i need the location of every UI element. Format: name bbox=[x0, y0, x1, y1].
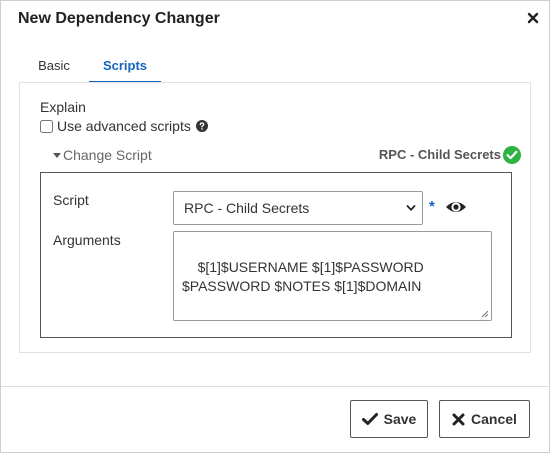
save-button[interactable]: Save bbox=[350, 400, 428, 438]
tab-scripts-label: Scripts bbox=[102, 58, 148, 73]
cancel-button[interactable]: Cancel bbox=[439, 400, 530, 438]
dialog-title: New Dependency Changer bbox=[18, 10, 220, 27]
required-marker: * bbox=[429, 198, 435, 215]
selected-script-label: RPC - Child Secrets bbox=[378, 147, 501, 162]
advanced-scripts-checkbox[interactable] bbox=[40, 119, 53, 133]
change-script-label: Change Script bbox=[63, 147, 152, 163]
cancel-label: Cancel bbox=[471, 411, 517, 427]
eye-icon[interactable] bbox=[445, 198, 467, 216]
check-circle-icon bbox=[503, 146, 521, 164]
arguments-label: Arguments bbox=[53, 232, 121, 248]
arguments-value: $[1]$USERNAME $[1]$PASSWORD $PASSWORD $N… bbox=[182, 259, 428, 294]
change-script-toggle[interactable]: Change Script bbox=[53, 147, 152, 163]
close-icon bbox=[452, 413, 465, 425]
caret-down-icon bbox=[53, 152, 61, 158]
dependency-changer-dialog: New Dependency Changer Basic Scripts Exp… bbox=[0, 0, 550, 453]
arguments-textarea[interactable]: $[1]$USERNAME $[1]$PASSWORD $PASSWORD $N… bbox=[173, 231, 492, 321]
check-icon bbox=[361, 413, 378, 425]
script-select[interactable]: RPC - Child Secrets bbox=[173, 191, 423, 225]
save-label: Save bbox=[383, 411, 417, 427]
explain-label: Explain bbox=[40, 99, 86, 115]
script-label: Script bbox=[53, 192, 89, 208]
footer-divider bbox=[1, 386, 550, 387]
tab-basic-label: Basic bbox=[38, 58, 70, 73]
close-icon[interactable] bbox=[526, 11, 540, 25]
chevron-down-icon bbox=[406, 205, 416, 211]
advanced-scripts-option[interactable]: Use advanced scripts bbox=[40, 117, 208, 135]
tab-scripts[interactable]: Scripts bbox=[89, 51, 161, 83]
tab-basic[interactable]: Basic bbox=[23, 51, 85, 82]
question-circle-icon[interactable] bbox=[195, 120, 208, 132]
script-select-value: RPC - Child Secrets bbox=[184, 200, 310, 216]
advanced-scripts-label: Use advanced scripts bbox=[57, 118, 191, 134]
resize-grip-icon[interactable] bbox=[481, 310, 489, 318]
